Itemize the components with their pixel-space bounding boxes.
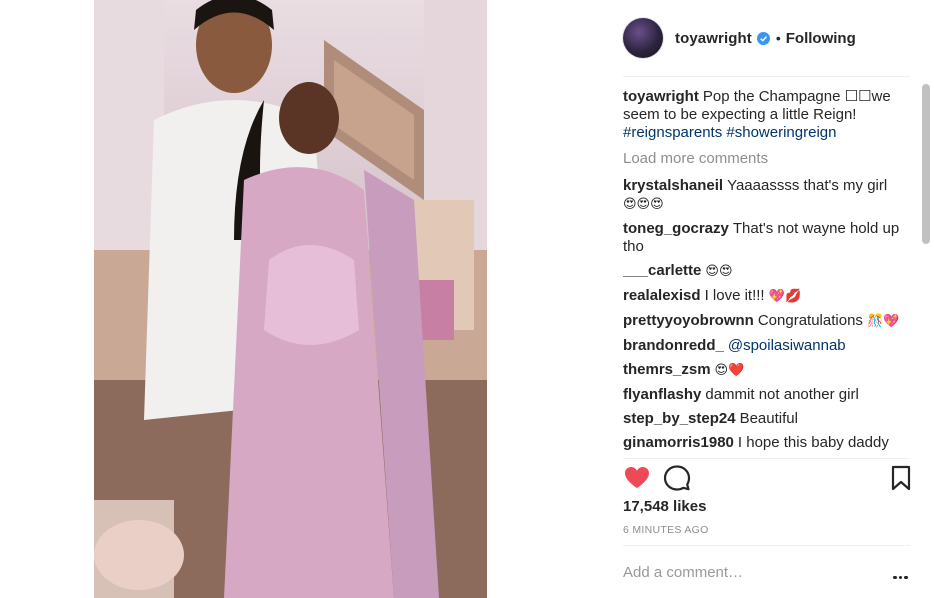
post-photo-illustration <box>94 0 487 598</box>
comment-emoji: 😍😍 <box>705 264 733 279</box>
comment-text: I love it!!! <box>704 287 765 304</box>
list-item: step_by_step24 Beautiful <box>623 410 913 428</box>
comment-text: dammit not another girl <box>705 386 859 403</box>
comment-username[interactable]: krystalshaneil <box>623 177 723 194</box>
divider <box>623 458 910 459</box>
comment-username[interactable]: ginamorris1980 <box>623 434 734 451</box>
header-username[interactable]: toyawright <box>675 30 752 47</box>
comment-text: Beautiful <box>739 410 798 427</box>
hashtag-link[interactable]: #showeringreign <box>726 124 836 141</box>
heart-filled-icon[interactable] <box>623 464 651 492</box>
post-header: toyawright • Following <box>623 17 910 59</box>
comment-emoji: 😍😍😍 <box>623 197 664 212</box>
comment-text: Congratulations <box>757 312 863 329</box>
post-actions <box>623 464 913 494</box>
comment-emoji: 💖💋 <box>768 289 802 304</box>
list-item: realalexisd I love it!!! 💖💋 <box>623 287 913 306</box>
list-item: ginamorris1980I hope this baby daddy act… <box>623 434 913 454</box>
header-separator: • <box>775 30 781 46</box>
load-more-comments-link[interactable]: Load more comments <box>623 150 913 168</box>
post-photo[interactable] <box>94 0 487 598</box>
comment-mention[interactable]: @spoilasiwannab <box>728 337 846 354</box>
list-item: brandonredd_ @spoilasiwannab <box>623 337 913 355</box>
comment-username[interactable]: prettyyoyobrownn <box>623 312 754 329</box>
caption-username[interactable]: toyawright <box>623 88 699 105</box>
avatar[interactable] <box>623 18 663 58</box>
divider <box>623 76 910 77</box>
comment-username[interactable]: brandonredd_ <box>623 337 724 354</box>
comment-username[interactable]: toneg_gocrazy <box>623 220 729 237</box>
hashtag-link[interactable]: #reignsparents <box>623 124 722 141</box>
list-item: flyanflashy dammit not another girl <box>623 386 913 404</box>
divider <box>623 545 910 546</box>
comment-username[interactable]: step_by_step24 <box>623 410 736 427</box>
list-item: ___carlette 😍😍 <box>623 262 913 281</box>
add-comment-input[interactable] <box>623 560 893 584</box>
post-timestamp: 6 MINUTES AGO <box>623 524 709 536</box>
comments-list: toyawright Pop the Champagne ☐☐we seem to… <box>623 88 913 454</box>
comment-emoji: 😍❤️ <box>714 363 745 378</box>
following-button[interactable]: Following <box>786 30 856 47</box>
post-sidebar: toyawright • Following toyawright Pop the… <box>600 0 934 598</box>
comment-username[interactable]: flyanflashy <box>623 386 701 403</box>
bookmark-icon[interactable] <box>887 464 915 492</box>
comment-username[interactable]: ___carlette <box>623 262 701 279</box>
comments-scrollbar[interactable] <box>922 84 930 244</box>
more-options-icon[interactable] <box>893 566 911 579</box>
list-item: krystalshaneil Yaaaassss that's my girl 😍… <box>623 177 913 214</box>
caption: toyawright Pop the Champagne ☐☐we seem to… <box>623 88 913 142</box>
comment-username[interactable]: themrs_zsm <box>623 361 711 378</box>
comment-text: Yaaaassss that's my girl <box>727 177 888 194</box>
comment-bubble-icon[interactable] <box>663 464 691 492</box>
list-item: toneg_gocrazy That's not wayne hold up th… <box>623 220 913 256</box>
comment-emoji: 🎊💖 <box>867 314 900 329</box>
verified-badge-icon <box>756 31 770 45</box>
list-item: prettyyoyobrownn Congratulations 🎊💖 <box>623 312 913 331</box>
post-media-area <box>0 0 600 598</box>
list-item: themrs_zsm 😍❤️ <box>623 361 913 380</box>
comment-username[interactable]: realalexisd <box>623 287 701 304</box>
likes-count[interactable]: 17,548 likes <box>623 498 706 515</box>
